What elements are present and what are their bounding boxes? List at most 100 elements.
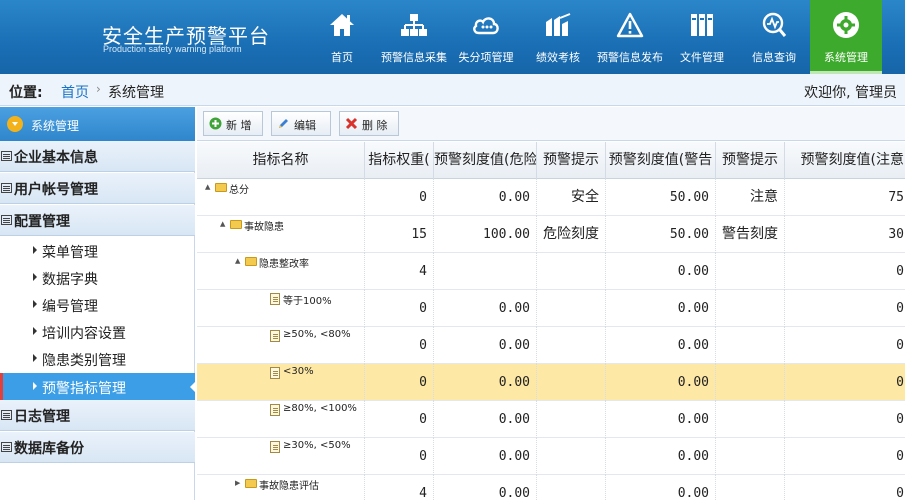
sidebar-group-config[interactable]: 配置管理 bbox=[0, 205, 195, 236]
cell-danger: 0.00 bbox=[434, 290, 537, 327]
breadcrumb-separator: › bbox=[96, 82, 101, 96]
sidebar-item-numbering[interactable]: 编号管理 bbox=[0, 291, 195, 318]
nav-home[interactable]: 首页 bbox=[306, 0, 378, 74]
grid-toolbar: 新 增 编辑 删 除 bbox=[197, 107, 905, 141]
pencil-icon bbox=[279, 119, 288, 128]
sidebar-item-hazard-categories[interactable]: 隐患类别管理 bbox=[0, 345, 195, 372]
indicator-name-text: <30% bbox=[283, 366, 314, 377]
tree-collapse-icon[interactable]: ▶ bbox=[204, 184, 212, 189]
tree-expand-icon[interactable]: ▶ bbox=[235, 479, 240, 487]
caret-right-icon bbox=[33, 327, 37, 335]
cell-notice: 30 bbox=[785, 216, 905, 253]
breadcrumb-home-link[interactable]: 首页 bbox=[61, 82, 89, 102]
table-row[interactable]: ▶ 事故隐患 15 100.00 危险刻度 50.00 警告刻度 30 bbox=[197, 216, 905, 253]
sidebar-header[interactable]: 系统管理 bbox=[0, 107, 195, 141]
cell-indicator-name: ≥30%, <50% bbox=[197, 438, 365, 475]
table-row[interactable]: ▶ 事故隐患评估 4 0.00 0.00 0 bbox=[197, 475, 905, 500]
search-monitor-icon bbox=[738, 10, 810, 40]
cell-weight: 0 bbox=[365, 401, 434, 438]
cell-warn: 0.00 bbox=[606, 401, 716, 438]
table-row[interactable]: 等于100% 0 0.00 0.00 0 bbox=[197, 290, 905, 327]
sidebar-group-label: 配置管理 bbox=[14, 214, 70, 230]
table-row[interactable]: ≥30%, <50% 0 0.00 0.00 0 bbox=[197, 438, 905, 475]
nav-info-query[interactable]: 信息查询 bbox=[738, 0, 810, 74]
table-row[interactable]: ▶ 隐患整改率 4 0.00 0 bbox=[197, 253, 905, 290]
nav-deduction[interactable]: 失分项管理 bbox=[450, 0, 522, 74]
sidebar-item-menu[interactable]: 菜单管理 bbox=[0, 237, 195, 264]
delete-x-icon bbox=[345, 117, 358, 130]
folder-icon bbox=[215, 183, 227, 192]
cell-tip2: 警告刻度 bbox=[716, 216, 785, 253]
table-row[interactable]: ≥80%, <100% 0 0.00 0.00 0 bbox=[197, 401, 905, 438]
indicator-name-text: ≥50%, <80% bbox=[283, 329, 351, 340]
cell-warn: 0.00 bbox=[606, 364, 716, 401]
add-button[interactable]: 新 增 bbox=[203, 111, 263, 136]
nav-system-admin-label: 系统管理 bbox=[824, 51, 868, 64]
sidebar-group-logs[interactable]: 日志管理 bbox=[0, 400, 195, 431]
cell-warn: 0.00 bbox=[606, 290, 716, 327]
sidebar-group-label: 用户帐号管理 bbox=[14, 182, 98, 198]
document-icon bbox=[270, 293, 280, 305]
edit-button-label: 编辑 bbox=[294, 119, 316, 132]
cell-tip2 bbox=[716, 401, 785, 438]
indicator-tree-grid: 指标名称 指标权重( 预警刻度值(危险 预警提示 预警刻度值(警告 预警提示 预… bbox=[197, 142, 905, 500]
nav-performance[interactable]: 绩效考核 bbox=[522, 0, 594, 74]
cell-warn: 0.00 bbox=[606, 327, 716, 364]
cell-tip2 bbox=[716, 327, 785, 364]
sidebar-group-company-info[interactable]: 企业基本信息 bbox=[0, 141, 195, 172]
cell-weight: 0 bbox=[365, 290, 434, 327]
cell-danger: 100.00 bbox=[434, 216, 537, 253]
cell-indicator-name: ≥50%, <80% bbox=[197, 327, 365, 364]
col-header-warn[interactable]: 预警刻度值(警告 bbox=[606, 142, 716, 179]
nav-warning-collect[interactable]: 预警信息采集 bbox=[378, 0, 450, 74]
indicator-name-text: ≥80%, <100% bbox=[283, 403, 357, 414]
document-icon bbox=[270, 367, 280, 379]
col-header-tip1[interactable]: 预警提示 bbox=[537, 142, 606, 179]
cell-indicator-name: ▶ 隐患整改率 bbox=[197, 253, 365, 290]
col-header-weight[interactable]: 指标权重( bbox=[365, 142, 434, 179]
cell-indicator-name: ▶ 事故隐患评估 bbox=[197, 475, 365, 500]
cell-warn: 50.00 bbox=[606, 179, 716, 216]
cloud-icon bbox=[450, 10, 522, 40]
cell-warn: 0.00 bbox=[606, 253, 716, 290]
col-header-name[interactable]: 指标名称 bbox=[197, 142, 365, 179]
location-label: 位置: bbox=[9, 85, 43, 101]
sidebar-item-training[interactable]: 培训内容设置 bbox=[0, 318, 195, 345]
indicator-name-text: 事故隐患 bbox=[244, 222, 284, 233]
sidebar-item-dictionary[interactable]: 数据字典 bbox=[0, 264, 195, 291]
table-row[interactable]: ▶ 总分 0 0.00 安全 50.00 注意 75 bbox=[197, 179, 905, 216]
cell-weight: 4 bbox=[365, 475, 434, 500]
edit-button[interactable]: 编辑 bbox=[271, 111, 331, 136]
sidebar-item-label: 数据字典 bbox=[42, 272, 98, 288]
sidebar-group-user-accounts[interactable]: 用户帐号管理 bbox=[0, 173, 195, 204]
sidebar-group-db-backup[interactable]: 数据库备份 bbox=[0, 432, 195, 463]
delete-button-label: 删 除 bbox=[362, 119, 388, 132]
tree-collapse-icon[interactable]: ▶ bbox=[219, 221, 227, 226]
col-header-notice[interactable]: 预警刻度值(注意 bbox=[785, 142, 905, 179]
indicator-name-text: ≥30%, <50% bbox=[283, 440, 351, 451]
col-header-danger[interactable]: 预警刻度值(危险 bbox=[434, 142, 537, 179]
document-icon bbox=[270, 441, 280, 453]
sidebar-title: 系统管理 bbox=[31, 119, 80, 133]
cell-notice: 0 bbox=[785, 438, 905, 475]
sidebar-item-warning-indicators[interactable]: 预警指标管理 bbox=[0, 373, 196, 400]
cell-indicator-name: ▶ 总分 bbox=[197, 179, 365, 216]
table-row[interactable]: ≥50%, <80% 0 0.00 0.00 0 bbox=[197, 327, 905, 364]
nav-warning-publish[interactable]: 预警信息发布 bbox=[594, 0, 666, 74]
delete-button[interactable]: 删 除 bbox=[339, 111, 399, 136]
col-header-tip2[interactable]: 预警提示 bbox=[716, 142, 785, 179]
building-icon bbox=[522, 10, 594, 40]
cell-tip1 bbox=[537, 364, 606, 401]
gear-icon bbox=[810, 10, 882, 40]
table-row[interactable]: <30% 0 0.00 0.00 0 bbox=[197, 364, 905, 401]
cell-notice: 0 bbox=[785, 401, 905, 438]
nav-system-admin[interactable]: 系统管理 bbox=[810, 0, 882, 74]
cell-tip2 bbox=[716, 290, 785, 327]
caret-right-icon bbox=[33, 354, 37, 362]
sidebar-item-label: 隐患类别管理 bbox=[42, 353, 126, 369]
tree-collapse-icon[interactable]: ▶ bbox=[234, 258, 242, 263]
nav-files[interactable]: 文件管理 bbox=[666, 0, 738, 74]
cell-notice: 0 bbox=[785, 475, 905, 500]
home-icon bbox=[306, 10, 378, 40]
cell-danger: 0.00 bbox=[434, 401, 537, 438]
